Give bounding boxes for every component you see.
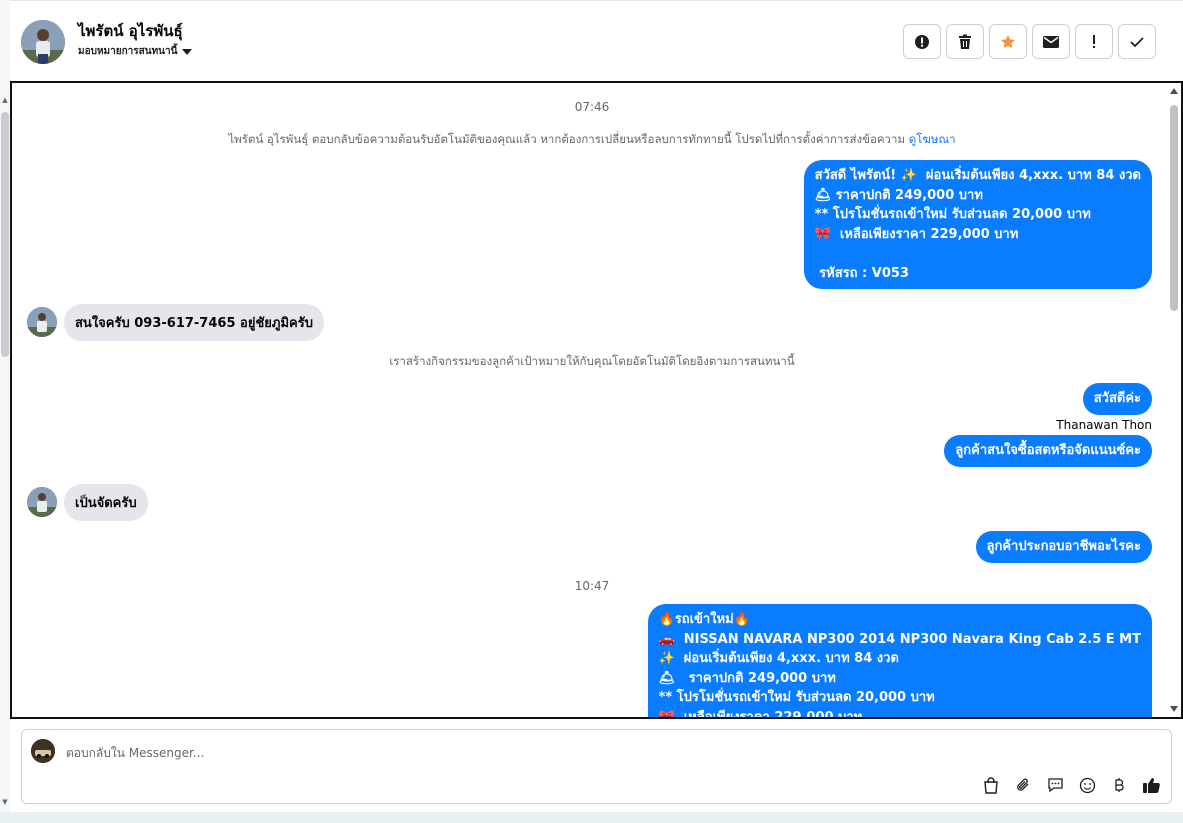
scroll-up-arrow-icon[interactable]	[1170, 88, 1178, 94]
chevron-down-icon	[182, 48, 193, 55]
page-scrollbar[interactable]: ▲ ▼	[0, 0, 10, 823]
contact-avatar-small	[27, 307, 57, 337]
reply-input[interactable]: ตอบกลับใน Messenger...	[66, 744, 204, 763]
page-scroll-thumb[interactable]	[1, 112, 9, 357]
thread-scrollbar[interactable]	[1168, 83, 1181, 717]
star-icon	[1001, 34, 1015, 48]
thumbs-up-icon[interactable]	[1141, 775, 1161, 795]
delete-button[interactable]	[946, 24, 984, 59]
outgoing-message[interactable]: ลูกค้าประกอบอาชีพอะไรคะ	[975, 531, 1152, 563]
reply-composer[interactable]: ตอบกลับใน Messenger...	[21, 729, 1172, 804]
star-button[interactable]	[989, 24, 1027, 59]
trash-icon	[959, 34, 971, 49]
mark-done-button[interactable]	[1118, 24, 1156, 59]
auto-reply-note: ไพรัตน์ อุไรพันธุ์ ตอบกลับข้อความต้อนรับ…	[228, 132, 956, 146]
bottom-bar	[0, 812, 1183, 823]
thread-scroll-thumb[interactable]	[1170, 105, 1178, 311]
timestamp: 10:47	[574, 579, 610, 593]
assign-conversation-dropdown[interactable]: มอบหมายการสนทนานี้	[78, 44, 193, 59]
outgoing-message[interactable]: 🔥รถเข้าใหม่🔥 🚗 NISSAN NAVARA NP300 2014 …	[647, 604, 1152, 717]
timestamp: 07:46	[574, 100, 610, 114]
contact-name[interactable]: ไพรัตน์ อุไรพันธุ์	[78, 19, 183, 43]
saved-reply-icon[interactable]	[1045, 775, 1065, 795]
mark-unread-button[interactable]	[1032, 24, 1070, 59]
outgoing-message[interactable]: ลูกค้าสนใจซื้อสดหรือจัดแนนซ์คะ	[944, 435, 1152, 467]
incoming-message[interactable]: สนใจครับ 093-617-7465 อยู่ชัยภูมิครับ	[64, 304, 324, 341]
exclamation-icon	[1093, 34, 1095, 48]
view-ad-link[interactable]: ดูโฆษณา	[909, 132, 956, 146]
incoming-message[interactable]: เป็นจัดครับ	[64, 484, 148, 521]
bag-icon[interactable]	[981, 775, 1001, 795]
follow-up-button[interactable]	[1075, 24, 1113, 59]
spam-button[interactable]	[903, 24, 941, 59]
message-thread[interactable]: 07:46 ไพรัตน์ อุไรพันธุ์ ตอบกลับข้อความต…	[10, 81, 1183, 719]
emoji-icon[interactable]	[1077, 775, 1097, 795]
scroll-down-arrow-icon[interactable]: ▼	[0, 798, 10, 806]
baht-icon[interactable]	[1109, 775, 1129, 795]
conversation-header: ไพรัตน์ อุไรพันธุ์ มอบหมายการสนทนานี้	[10, 0, 1183, 82]
mail-icon	[1043, 35, 1059, 48]
page-avatar	[31, 739, 55, 763]
activity-note: เราสร้างกิจกรรมของลูกค้าเป้าหมายให้กับคุ…	[389, 354, 795, 368]
composer-tools	[981, 775, 1161, 795]
outgoing-message[interactable]: สวัสดีค่ะ	[1082, 383, 1152, 415]
header-toolbar	[903, 24, 1156, 59]
alert-circle-icon	[915, 34, 929, 49]
scroll-up-arrow-icon[interactable]: ▲	[0, 96, 10, 104]
assign-label: มอบหมายการสนทนานี้	[78, 46, 178, 57]
check-icon	[1130, 36, 1144, 47]
sender-name: Thanawan Thon	[1056, 418, 1152, 432]
contact-avatar-small	[27, 487, 57, 517]
outgoing-message[interactable]: สวัสดี ไพรัตน์! ✨ ผ่อนเริ่มต้นเพียง 4,xx…	[803, 160, 1152, 289]
scroll-down-arrow-icon[interactable]	[1170, 706, 1178, 712]
paperclip-icon[interactable]	[1013, 775, 1033, 795]
contact-avatar[interactable]	[21, 20, 65, 64]
